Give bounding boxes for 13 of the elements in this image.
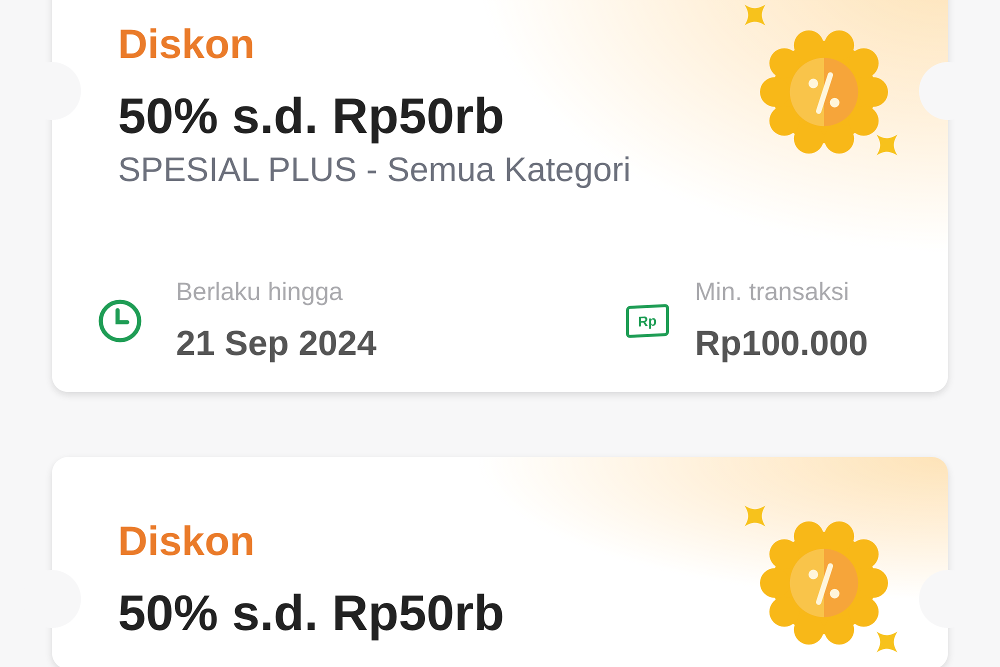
min-transaction-label: Min. transaksi (694, 278, 850, 306)
money-icon: Rp (626, 304, 669, 338)
valid-until-date: 21 Sep 2024 (176, 324, 376, 364)
min-transaction-value: Rp100.000 (694, 324, 868, 364)
voucher-title: 50% s.d. Rp50rb (118, 88, 506, 144)
discount-badge-icon (760, 28, 888, 156)
valid-until-label: Berlaku hingga (176, 278, 344, 306)
discount-badge-icon (760, 519, 888, 647)
voucher-type: Diskon (118, 22, 256, 66)
voucher-category: SPESIAL PLUS - Semua Kategori (118, 152, 632, 188)
voucher-title: 50% s.d. Rp50rb (118, 585, 506, 641)
voucher-type: Diskon (118, 519, 256, 563)
clock-icon (96, 297, 144, 345)
